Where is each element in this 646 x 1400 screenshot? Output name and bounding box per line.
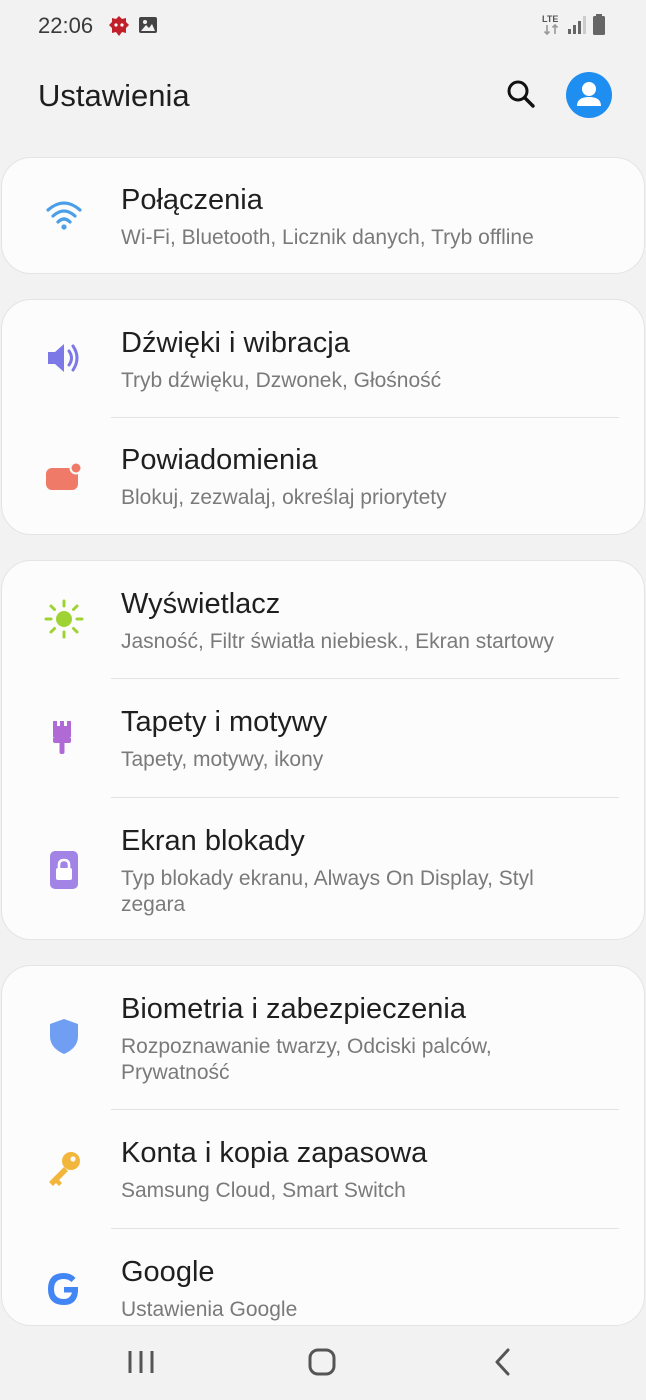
antutu-icon — [108, 14, 130, 43]
item-subtitle: Jasność, Filtr światła niebiesk., Ekran … — [121, 630, 554, 653]
profile-button[interactable] — [566, 72, 612, 118]
item-subtitle: Tryb dźwięku, Dzwonek, Głośność — [121, 369, 442, 392]
item-title: Google — [121, 1256, 215, 1288]
settings-item-display[interactable]: Wyświetlacz Jasność, Filtr światła niebi… — [2, 561, 644, 678]
item-title: Dźwięki i wibracja — [121, 327, 350, 359]
image-icon — [138, 16, 158, 39]
google-icon — [44, 1269, 84, 1309]
settings-item-wallpapers[interactable]: Tapety i motywy Tapety, motywy, ikony — [2, 679, 644, 797]
item-title: Konta i kopia zapasowa — [121, 1137, 428, 1169]
shield-icon — [44, 1016, 84, 1056]
key-icon — [44, 1148, 84, 1188]
status-time: 22:06 — [38, 13, 94, 38]
item-title: Ekran blokady — [121, 825, 305, 857]
lte-data-icon: LTE — [540, 13, 564, 42]
lock-icon — [44, 850, 84, 890]
back-icon — [495, 1348, 510, 1376]
item-subtitle: Samsung Cloud, Smart Switch — [121, 1179, 406, 1202]
item-subtitle: Wi-Fi, Bluetooth, Licznik danych, Tryb o… — [121, 226, 534, 249]
search-icon — [507, 80, 535, 108]
settings-item-lock-screen[interactable]: Ekran blokady Typ blokady ekranu, Always… — [2, 798, 644, 939]
settings-item-google[interactable]: Google Ustawienia Google — [2, 1229, 644, 1325]
item-title: Wyświetlacz — [121, 588, 281, 620]
page-title: Ustawienia — [38, 78, 190, 113]
item-subtitle: Rozpoznawanie twarzy, Odciski palców, Pr… — [121, 1035, 492, 1084]
settings-item-connections[interactable]: Połączenia Wi-Fi, Bluetooth, Licznik dan… — [2, 158, 644, 273]
home-icon — [308, 1348, 336, 1376]
settings-group-connections: Połączenia Wi-Fi, Bluetooth, Licznik dan… — [1, 157, 645, 274]
svg-text:LTE: LTE — [542, 14, 558, 24]
search-button[interactable] — [503, 76, 539, 112]
header: Ustawienia — [0, 60, 646, 132]
settings-item-biometrics[interactable]: Biometria i zabezpieczenia Rozpoznawanie… — [2, 966, 644, 1109]
notification-icon — [44, 458, 84, 498]
settings-group-display: Wyświetlacz Jasność, Filtr światła niebi… — [1, 560, 645, 940]
item-title: Biometria i zabezpieczenia — [121, 993, 466, 1025]
wifi-icon — [44, 196, 84, 236]
settings-item-notifications[interactable]: Powiadomienia Blokuj, zezwalaj, określaj… — [2, 418, 644, 534]
battery-icon — [592, 13, 606, 42]
home-button[interactable] — [302, 1344, 342, 1380]
status-bar: 22:06 LTE — [0, 0, 646, 54]
brightness-icon — [44, 599, 84, 639]
navigation-bar — [0, 1326, 646, 1400]
item-title: Połączenia — [121, 184, 263, 216]
settings-item-sounds[interactable]: Dźwięki i wibracja Tryb dźwięku, Dzwonek… — [2, 300, 644, 417]
item-title: Tapety i motywy — [121, 706, 328, 738]
item-subtitle: Tapety, motywy, ikony — [121, 748, 324, 771]
settings-group-security: Biometria i zabezpieczenia Rozpoznawanie… — [1, 965, 645, 1326]
back-button[interactable] — [483, 1344, 523, 1380]
settings-item-accounts[interactable]: Konta i kopia zapasowa Samsung Cloud, Sm… — [2, 1110, 644, 1228]
profile-icon — [577, 82, 601, 106]
item-subtitle: Blokuj, zezwalaj, określaj priorytety — [121, 486, 447, 509]
speaker-icon — [44, 338, 84, 378]
item-subtitle: Typ blokady ekranu, Always On Display, S… — [121, 867, 534, 916]
signal-icon — [567, 15, 587, 40]
recent-apps-button[interactable] — [121, 1344, 161, 1380]
item-title: Powiadomienia — [121, 444, 318, 476]
settings-group-sound: Dźwięki i wibracja Tryb dźwięku, Dzwonek… — [1, 299, 645, 535]
item-subtitle: Ustawienia Google — [121, 1298, 298, 1321]
recent-apps-icon — [128, 1351, 154, 1373]
paint-brush-icon — [44, 717, 84, 757]
